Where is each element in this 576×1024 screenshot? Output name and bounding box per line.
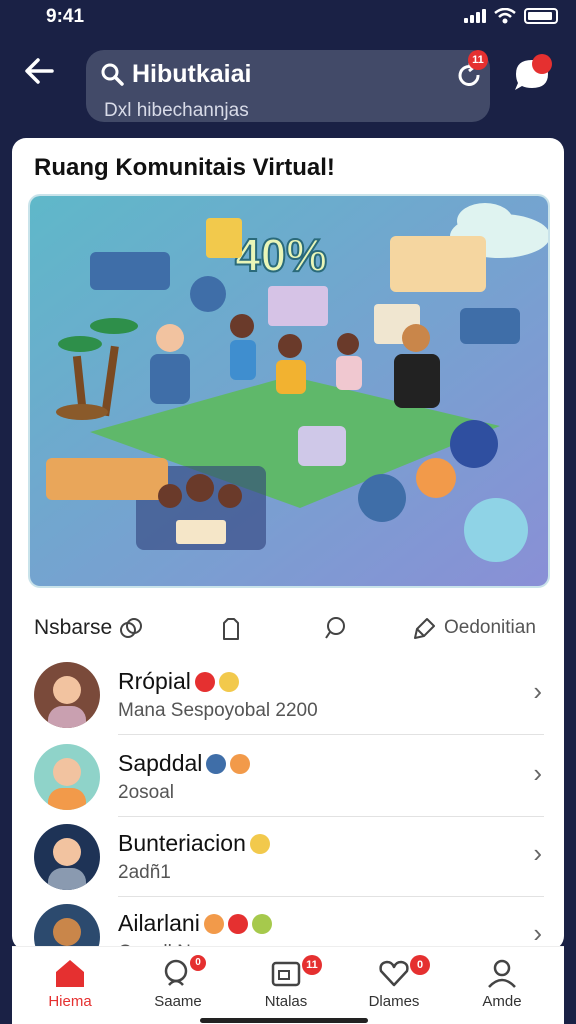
list-item-subtitle: Mana Sespoyobal 2200	[118, 700, 318, 721]
divider	[118, 734, 544, 735]
heart-icon	[379, 960, 409, 987]
chat-bubble-icon	[325, 617, 345, 639]
search-icon	[101, 63, 124, 86]
list-item-subtitle: 2osoal	[118, 782, 174, 803]
chevron-right-icon: ›	[533, 838, 542, 868]
search-box[interactable]: Hibutkaiai Dxl hibechannjas	[86, 50, 490, 122]
nav-badge: 0	[410, 955, 430, 975]
nav-favorites[interactable]: 0 Dlames	[344, 953, 444, 1019]
pin-icon	[414, 618, 435, 639]
tab-nsbarse[interactable]: Nsbarse	[34, 608, 144, 648]
nav-badge: 0	[190, 955, 206, 971]
wifi-icon	[494, 8, 516, 24]
nav-search[interactable]: 0 Saame	[128, 953, 228, 1019]
arrow-left-icon	[25, 58, 54, 84]
tab-oedonitian[interactable]: Oedonitian	[412, 608, 536, 648]
messages-button[interactable]	[512, 54, 556, 94]
list-item[interactable]: Bunteriacion 2adñ1 ›	[12, 816, 564, 896]
community-card: Ruang Komunitais Virtual! 40% Nsbarse Oe…	[12, 138, 564, 950]
chevron-right-icon: ›	[533, 758, 542, 788]
tab-label: Nsbarse	[34, 616, 113, 639]
avatar	[34, 662, 100, 728]
content-tabs: Nsbarse Oedonitian	[12, 608, 564, 652]
tab-label: Oedonitian	[444, 617, 536, 638]
bookmark-icon	[223, 618, 239, 640]
link-icon	[120, 618, 143, 638]
emoji-icon	[203, 913, 224, 934]
list-item-name: Ailarlani	[118, 910, 272, 937]
status-bar: 9:41	[0, 0, 576, 36]
battery-icon	[524, 8, 558, 24]
home-icon	[56, 960, 84, 987]
emoji-icon	[251, 913, 272, 934]
avatar	[34, 904, 100, 950]
list-item-name: Sapddal	[118, 750, 251, 777]
profile-icon	[488, 959, 516, 988]
list-item[interactable]: Sapddal 2osoal ›	[12, 736, 564, 816]
search-title: Hibutkaiai	[132, 60, 252, 88]
status-time: 9:41	[46, 6, 85, 27]
emoji-icon	[230, 753, 251, 774]
back-button[interactable]	[22, 54, 66, 88]
nav-video[interactable]: 11 Ntalas	[236, 953, 336, 1019]
app-header: Hibutkaiai Dxl hibechannjas 11	[0, 40, 576, 130]
bottom-navigation: Hiema 0 Saame 11 Ntalas 0 Dlames Amde	[12, 946, 564, 1024]
emoji-icon	[249, 833, 270, 854]
signal-icon	[464, 9, 486, 23]
avatar	[34, 744, 100, 810]
chevron-right-icon: ›	[533, 676, 542, 706]
nav-badge: 11	[302, 955, 322, 975]
emoji-icon	[227, 913, 248, 934]
avatar	[34, 824, 100, 890]
nav-home[interactable]: Hiema	[20, 953, 120, 1019]
list-item[interactable]: Ailarlani Conall N ›	[12, 896, 564, 950]
list-item-name: Bunteriacion	[118, 830, 270, 857]
search-subtitle: Dxl hibechannjas	[104, 100, 249, 121]
nav-label: Ntalas	[264, 993, 308, 1010]
tab-bookmark[interactable]	[218, 608, 244, 648]
nav-label: Dlames	[368, 993, 420, 1010]
community-banner[interactable]: 40%	[28, 194, 550, 588]
card-title: Ruang Komunitais Virtual!	[34, 154, 335, 181]
nav-label: Saame	[154, 993, 202, 1010]
list-item-name: Rrópial	[118, 668, 239, 695]
emoji-icon	[218, 671, 239, 692]
tab-comments[interactable]	[322, 608, 348, 648]
nav-label: Amde	[482, 993, 522, 1010]
home-indicator	[200, 1018, 368, 1023]
status-icons	[464, 8, 558, 24]
nav-profile[interactable]: Amde	[452, 953, 552, 1019]
banner-percent-text: 40%	[235, 229, 327, 281]
list-item[interactable]: Rrópial Mana Sespoyobal 2200 ›	[12, 654, 564, 734]
chevron-right-icon: ›	[533, 918, 542, 948]
emoji-icon	[194, 671, 215, 692]
nav-label: Hiema	[48, 993, 92, 1010]
video-icon	[271, 961, 301, 987]
chat-bubble-icon	[515, 54, 552, 90]
emoji-icon	[206, 753, 227, 774]
list-item-subtitle: 2adñ1	[118, 862, 171, 883]
refresh-badge: 11	[468, 50, 488, 70]
banner-illustration: 40%	[30, 196, 548, 586]
refresh-button[interactable]: 11	[452, 50, 488, 92]
